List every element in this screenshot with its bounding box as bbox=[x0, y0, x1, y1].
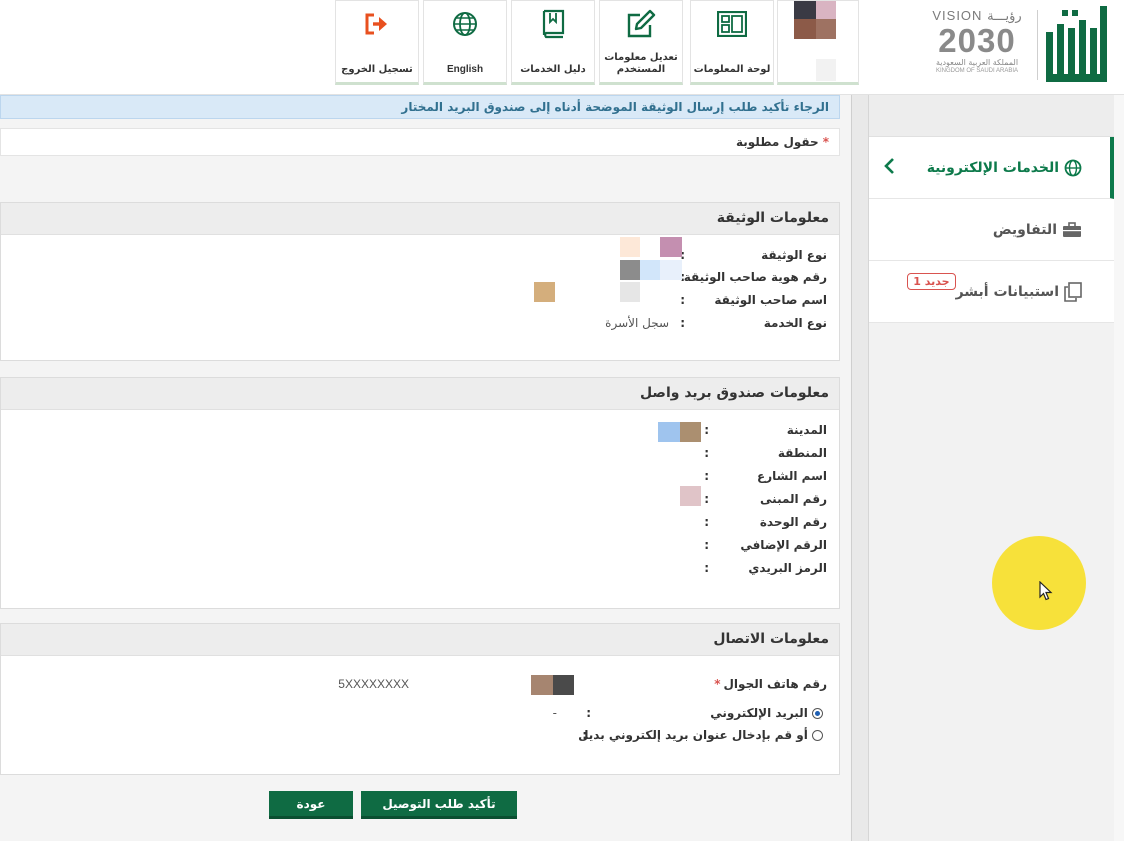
globe-icon bbox=[424, 9, 506, 39]
back-button[interactable]: عودة bbox=[269, 791, 353, 819]
tile-label: لوحة المعلومات bbox=[693, 64, 771, 75]
required-fields-note: *حقول مطلوبة bbox=[0, 128, 840, 156]
absher-logo[interactable] bbox=[1042, 4, 1110, 86]
contact-info-panel: معلومات الاتصال رقم هاتف الجوال* 5XXXXXX… bbox=[0, 623, 840, 775]
field-region: المنطقة : bbox=[704, 446, 827, 460]
tile-logout[interactable]: تسجيل الخروج bbox=[335, 0, 419, 85]
document-info-panel: معلومات الوثيقة نوع الوثيقة : رقم هوية ص… bbox=[0, 202, 840, 361]
edit-icon bbox=[600, 9, 682, 39]
sidebar-spacer bbox=[869, 95, 1114, 137]
email-radio-selected[interactable] bbox=[812, 708, 823, 719]
sidebar: الخدمات الإلكترونية التفاويض جديد 1 استب… bbox=[868, 95, 1114, 841]
dashboard-icon bbox=[691, 9, 773, 39]
new-badge: جديد 1 bbox=[907, 273, 956, 290]
panel-title: معلومات الوثيقة bbox=[1, 203, 839, 235]
panel-title: معلومات الاتصال bbox=[1, 624, 839, 656]
tile-label: تسجيل الخروج bbox=[341, 64, 413, 75]
sidebar-item-delegations[interactable]: التفاويض bbox=[869, 199, 1114, 261]
alternate-email-radio[interactable] bbox=[812, 730, 823, 741]
copy-icon bbox=[1064, 281, 1082, 302]
logout-icon bbox=[336, 9, 418, 39]
briefcase-icon bbox=[1062, 221, 1082, 238]
option-email[interactable]: البريد الإلكتروني : - bbox=[543, 703, 823, 725]
confirm-delivery-button[interactable]: تأكيد طلب التوصيل bbox=[361, 791, 517, 819]
field-street: اسم الشارع : bbox=[704, 469, 827, 483]
top-header: VISION رؤيـــة 2030 المملكة العربية السع… bbox=[0, 0, 1124, 95]
tile-services-guide[interactable]: دليل الخدمات bbox=[511, 0, 595, 85]
user-avatar-tile[interactable] bbox=[777, 0, 859, 85]
tile-label: English bbox=[446, 64, 484, 75]
field-service-type: نوع الخدمة : سجل الأسرة bbox=[605, 316, 827, 330]
logo-divider bbox=[1037, 10, 1038, 80]
tile-label: دليل الخدمات bbox=[520, 64, 586, 75]
tile-english[interactable]: English bbox=[423, 0, 507, 85]
globe-icon bbox=[1064, 159, 1082, 177]
vision-2030-logo: VISION رؤيـــة 2030 المملكة العربية السع… bbox=[932, 8, 1022, 74]
tile-edit-user-info[interactable]: تعديل معلومات المستخدم bbox=[599, 0, 683, 85]
book-icon bbox=[512, 9, 594, 39]
field-city: المدينة : bbox=[704, 423, 827, 437]
wasel-mailbox-panel: معلومات صندوق بريد واصل المدينة : المنطق… bbox=[0, 377, 840, 609]
option-alternate-email[interactable]: أو قم بإدخال عنوان بريد إلكتروني بديل : bbox=[573, 725, 823, 747]
page-scrollbar[interactable] bbox=[1114, 95, 1124, 841]
info-alert: الرجاء تأكيد طلب إرسال الوثيقة الموضحة أ… bbox=[0, 95, 840, 119]
chevron-left-icon[interactable] bbox=[883, 157, 895, 179]
tile-dashboard[interactable]: لوحة المعلومات bbox=[690, 0, 774, 85]
panel-title: معلومات صندوق بريد واصل bbox=[1, 378, 839, 410]
tile-label: تعديل معلومات المستخدم bbox=[604, 52, 678, 75]
mouse-cursor-icon bbox=[1039, 580, 1053, 605]
sidebar-item-absher-surveys[interactable]: جديد 1 استبيانات أبشر bbox=[869, 261, 1114, 323]
field-building-number: رقم المبنى : bbox=[704, 492, 827, 506]
sidebar-item-e-services[interactable]: الخدمات الإلكترونية bbox=[869, 137, 1114, 199]
field-additional-number: الرقم الإضافي : bbox=[704, 538, 827, 552]
field-unit-number: رقم الوحدة : bbox=[704, 515, 827, 529]
main-content: الرجاء تأكيد طلب إرسال الوثيقة الموضحة أ… bbox=[0, 95, 852, 841]
field-postal-code: الرمز البريدي : bbox=[704, 561, 827, 575]
